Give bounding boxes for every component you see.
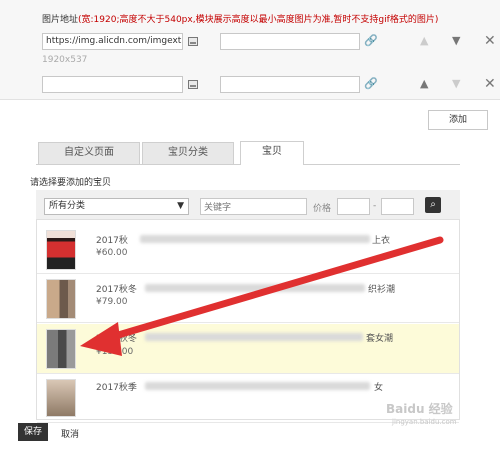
cancel-button[interactable]: 取消	[61, 427, 79, 440]
baidu-watermark-logo: Baidu 经验	[386, 402, 453, 416]
annotation-arrow	[80, 236, 444, 356]
baidu-watermark-url: jingyan.baidu.com	[392, 418, 457, 426]
save-button[interactable]: 保存	[18, 423, 48, 441]
